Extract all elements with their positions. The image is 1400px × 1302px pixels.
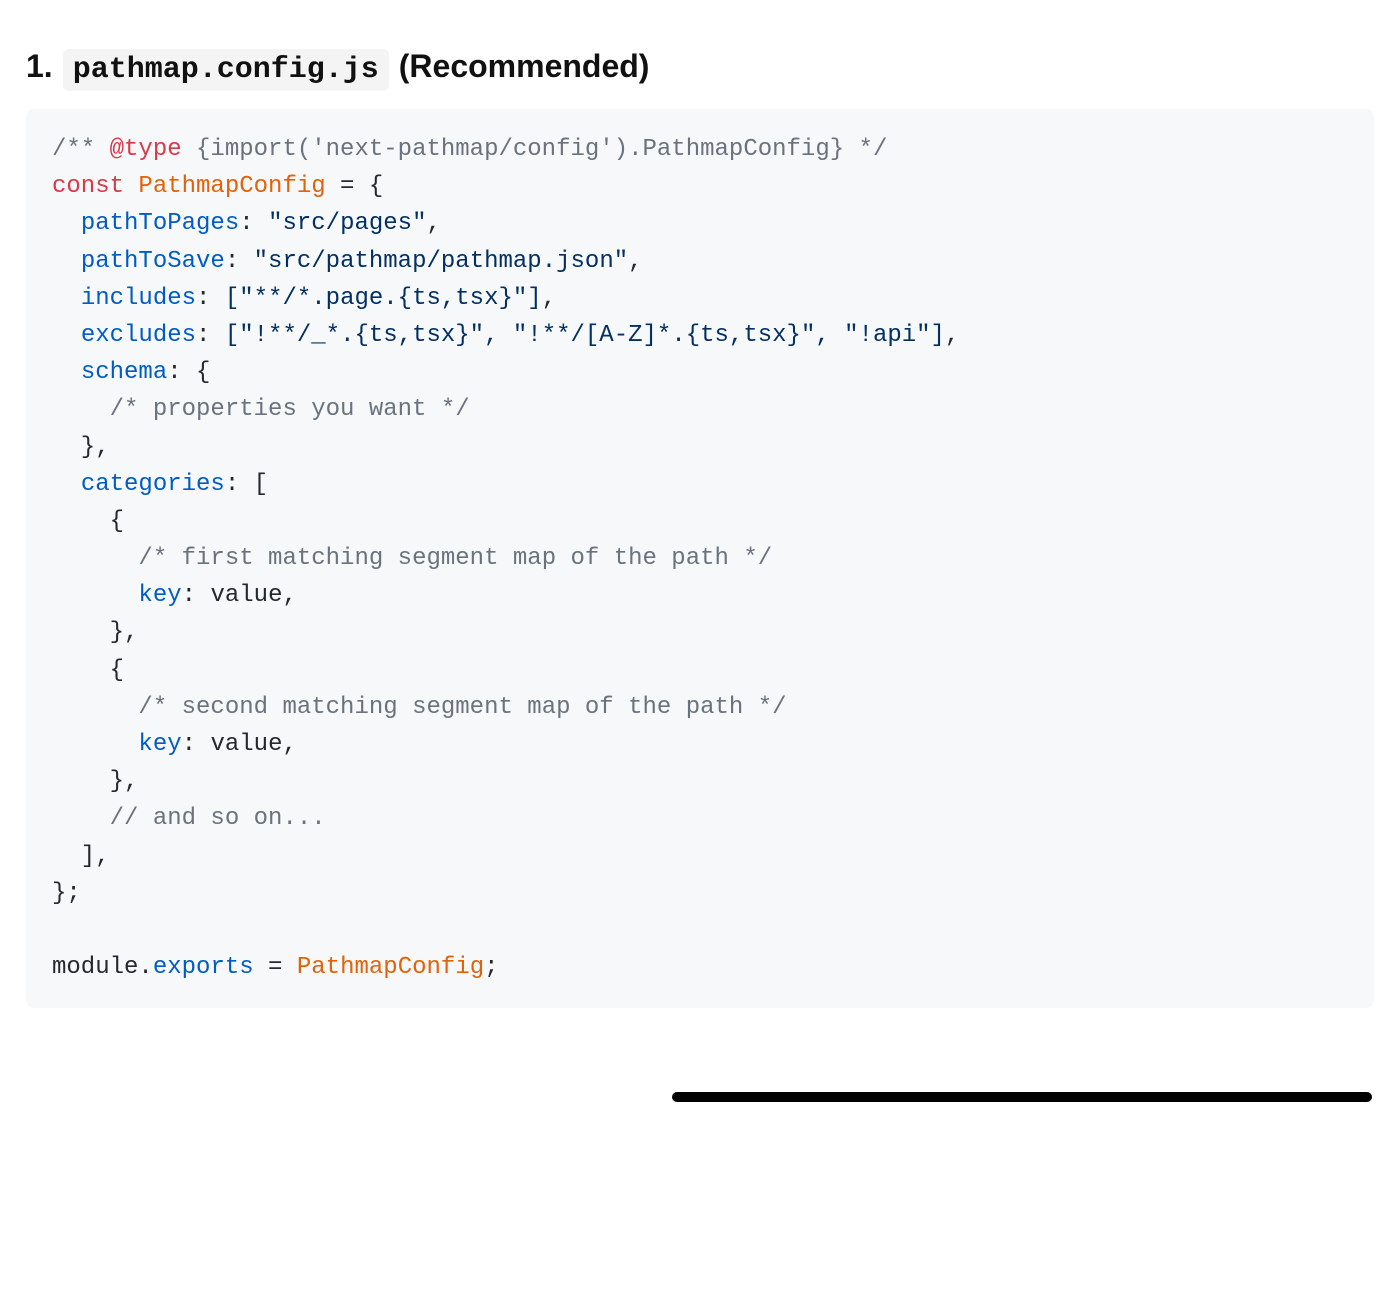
- code-line: excludes: ["!**/_*.{ts,tsx}", "!**/[A-Z]…: [52, 322, 959, 349]
- code-line: /* properties you want */: [52, 396, 470, 423]
- code-line: key: value,: [52, 731, 297, 758]
- code-line: const PathmapConfig = {: [52, 173, 383, 200]
- code-line: },: [52, 768, 138, 795]
- heading-filename: pathmap.config.js: [63, 49, 389, 91]
- code-line: pathToSave: "src/pathmap/pathmap.json",: [52, 248, 643, 275]
- code-line: schema: {: [52, 359, 210, 386]
- code-line: },: [52, 434, 110, 461]
- code-line: };: [52, 880, 81, 907]
- code-line: /* first matching segment map of the pat…: [52, 545, 772, 572]
- heading-annotation: (Recommended): [399, 48, 650, 85]
- code-line: // and so on...: [52, 805, 326, 832]
- code-line: pathToPages: "src/pages",: [52, 210, 441, 237]
- heading-number: 1.: [26, 48, 53, 85]
- horizontal-scrollbar[interactable]: [672, 1092, 1372, 1102]
- code-line: },: [52, 619, 138, 646]
- code-block[interactable]: /** @type {import('next-pathmap/config')…: [26, 109, 1374, 1008]
- code-line: ],: [52, 843, 110, 870]
- code-line: {: [52, 508, 124, 535]
- code-line: /* second matching segment map of the pa…: [52, 694, 787, 721]
- code-line: categories: [: [52, 471, 268, 498]
- code-line: includes: ["**/*.page.{ts,tsx}"],: [52, 285, 556, 312]
- document-page: 1. pathmap.config.js (Recommended) /** @…: [0, 0, 1400, 1302]
- code-line: {: [52, 657, 124, 684]
- code-line: module.exports = PathmapConfig;: [52, 954, 499, 981]
- code-line: /** @type {import('next-pathmap/config')…: [52, 136, 887, 163]
- section-heading: 1. pathmap.config.js (Recommended): [26, 48, 1374, 91]
- code-line: key: value,: [52, 582, 297, 609]
